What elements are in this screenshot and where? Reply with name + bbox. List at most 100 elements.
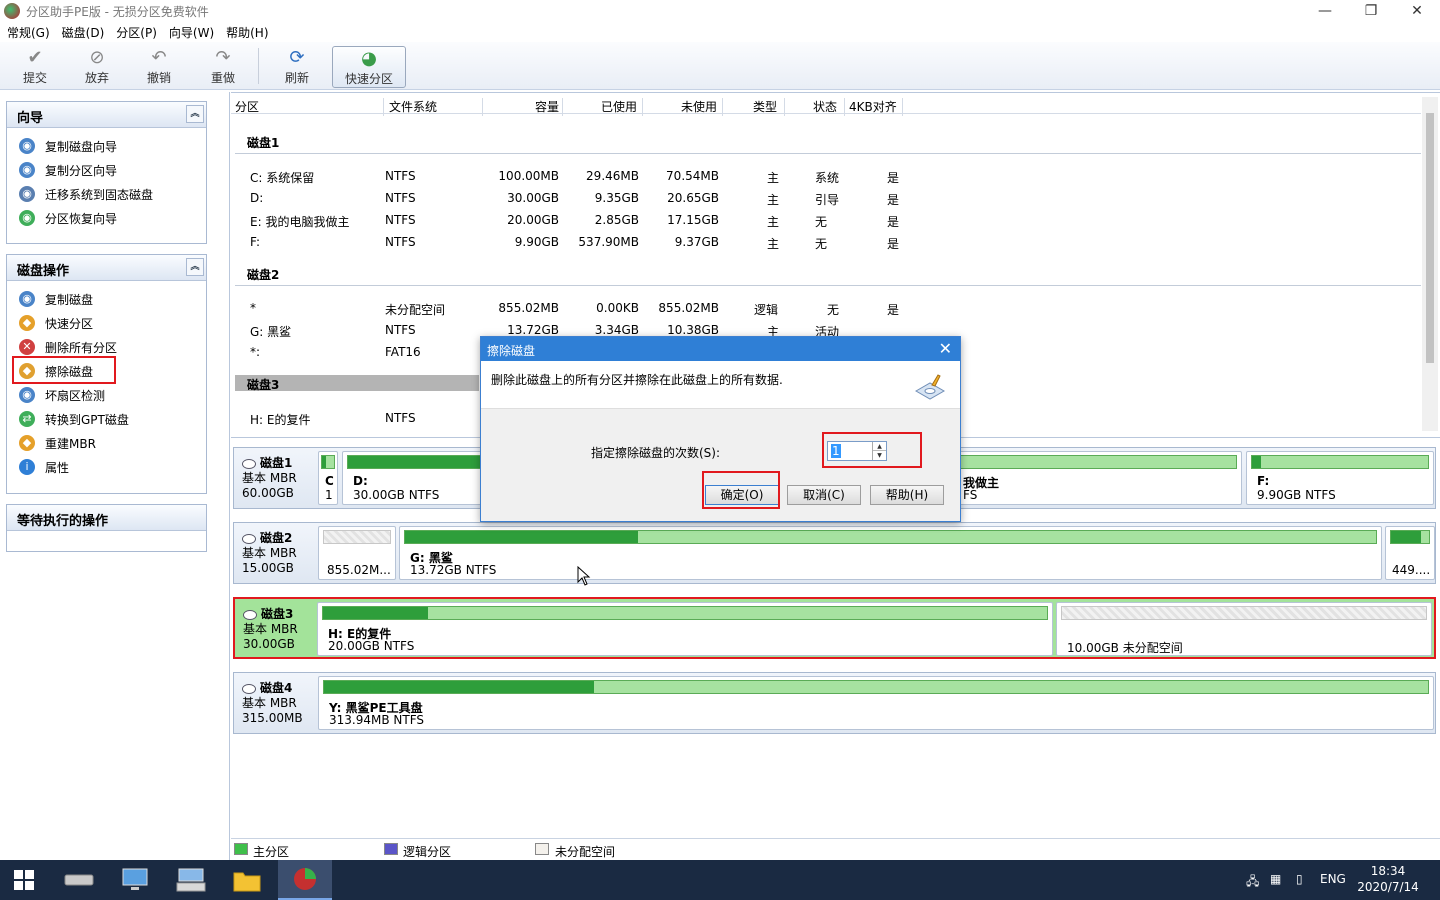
disk-map-2[interactable]: 磁盘2 基本 MBR 15.00GB 855.02M... G: 黑鲨 13.7… (233, 522, 1436, 584)
header-used[interactable]: 已使用 (601, 98, 637, 115)
selected-disk-row[interactable]: 磁盘3 (235, 375, 479, 392)
language-indicator[interactable]: ENG (1320, 872, 1346, 886)
menu-partition[interactable]: 分区(P) (109, 24, 162, 41)
op-quick-partition[interactable]: ◆ 快速分区 (7, 311, 206, 335)
computer-icon (122, 868, 148, 890)
op-bad-sector-check[interactable]: ◉ 坏扇区检测 (7, 383, 206, 407)
taskbar-keyboard-app[interactable] (164, 860, 218, 900)
quick-partition-icon: ◆ (19, 315, 35, 331)
header-type[interactable]: 类型 (753, 98, 777, 115)
header-partition[interactable]: 分区 (235, 98, 259, 115)
disk-icon (242, 533, 256, 544)
dialog-close-icon[interactable]: ✕ (939, 339, 952, 358)
quick-partition-button[interactable]: ◕ 快速分区 (332, 46, 406, 88)
toolbar: ✔ 提交 ⊘ 放弃 ↶ 撤销 ↷ 重做 ⟳ 刷新 ◕ 快速分区 (0, 42, 1440, 90)
copy-disk-icon: ◉ (19, 138, 35, 154)
color-app-icon[interactable]: ▦ (1270, 872, 1281, 886)
undo-button[interactable]: ↶ 撤销 (132, 46, 186, 88)
windows-icon (14, 870, 34, 890)
refresh-icon: ⟳ (289, 47, 305, 68)
minimize-button[interactable]: — (1302, 0, 1348, 22)
header-filesystem[interactable]: 文件系统 (389, 98, 437, 115)
mouse-cursor-icon (577, 566, 591, 586)
table-row[interactable]: E: 我的电脑我做主 NTFS 20.00GB 2.85GB 17.15GB 主… (231, 209, 1421, 231)
disk-icon (243, 609, 257, 620)
wipe-disk-dialog: 擦除磁盘 ✕ 删除此磁盘上的所有分区并擦除在此磁盘上的所有数据. 指定擦除磁盘的… (480, 336, 961, 522)
dialog-title-bar: 擦除磁盘 ✕ (481, 337, 960, 361)
wizard-copy-disk[interactable]: ◉ 复制磁盘向导 (7, 134, 206, 158)
partition-block[interactable]: H: E的复件 20.00GB NTFS (317, 602, 1053, 656)
partition-assistant-icon (294, 868, 316, 890)
keyboard-icon (176, 868, 206, 892)
disk-icon (242, 458, 256, 469)
network-icon[interactable]: 🖧 (1246, 872, 1259, 893)
primary-swatch (234, 843, 248, 855)
dialog-title: 擦除磁盘 (487, 344, 536, 358)
help-button[interactable]: 帮助(H) (870, 485, 944, 505)
op-convert-gpt[interactable]: ⇄ 转换到GPT磁盘 (7, 407, 206, 431)
wizard-panel-header: 向导 ︽ (7, 102, 206, 128)
scrollbar-thumb[interactable] (1426, 113, 1434, 363)
grid-disk3-label: 磁盘3 (247, 378, 280, 392)
op-rebuild-mbr[interactable]: ◆ 重建MBR (7, 431, 206, 455)
header-capacity[interactable]: 容量 (535, 98, 559, 115)
wizard-migrate-os[interactable]: ◉ 迁移系统到固态磁盘 (7, 182, 206, 206)
partition-block[interactable]: 449.... (1385, 526, 1435, 580)
wipe-count-label: 指定擦除磁盘的次数(S): (591, 446, 721, 460)
collapse-icon[interactable]: ︽ (186, 258, 204, 276)
restore-button[interactable]: ❐ (1348, 0, 1394, 22)
partition-block[interactable]: F: 9.90GB NTFS (1246, 451, 1434, 505)
partition-block[interactable]: 855.02M... (318, 526, 396, 580)
taskbar-drive-tool[interactable] (52, 860, 106, 900)
disk-map-4[interactable]: 磁盘4 基本 MBR 315.00MB Y: 黑鲨PE工具盘 313.94MB … (233, 672, 1436, 734)
bad-sector-icon: ◉ (19, 387, 35, 403)
table-row[interactable]: F: NTFS 9.90GB 537.90MB 9.37GB 主 无 是 (231, 231, 1421, 253)
grid-disk1-label: 磁盘1 (247, 136, 280, 150)
discard-button[interactable]: ⊘ 放弃 (70, 46, 124, 88)
partition-block[interactable]: C 1 (318, 451, 338, 505)
menu-general[interactable]: 常规(G) (0, 24, 55, 41)
vertical-scrollbar[interactable] (1422, 97, 1438, 431)
legend-logical: 逻辑分区 (403, 845, 452, 859)
partition-block[interactable]: Y: 黑鲨PE工具盘 313.94MB NTFS (318, 676, 1434, 730)
header-unused[interactable]: 未使用 (681, 98, 717, 115)
partition-block[interactable]: 10.00GB 未分配空间 (1056, 602, 1432, 656)
op-copy-disk[interactable]: ◉ 复制磁盘 (7, 287, 206, 311)
commit-button[interactable]: ✔ 提交 (8, 46, 62, 88)
legend-primary: 主分区 (253, 845, 290, 859)
legend: 主分区 逻辑分区 未分配空间 (231, 838, 1440, 860)
close-button[interactable]: ✕ (1394, 0, 1440, 22)
collapse-icon[interactable]: ︽ (186, 105, 204, 123)
refresh-button[interactable]: ⟳ 刷新 (270, 46, 324, 88)
taskbar-file-explorer[interactable] (220, 860, 274, 900)
window-title: 分区助手PE版 - 无损分区免费软件 (26, 4, 209, 19)
usb-icon[interactable]: ▯ (1296, 872, 1303, 886)
table-row[interactable]: C: 系统保留 NTFS 100.00MB 29.46MB 70.54MB 主 … (231, 165, 1421, 187)
wizard-partition-recovery[interactable]: ◉ 分区恢复向导 (7, 206, 206, 230)
cancel-button[interactable]: 取消(C) (787, 485, 861, 505)
header-4k-align[interactable]: 4KB对齐 (849, 98, 897, 115)
migrate-icon: ◉ (19, 186, 35, 202)
redo-button[interactable]: ↷ 重做 (196, 46, 250, 88)
rebuild-icon: ◆ (19, 435, 35, 451)
menu-help[interactable]: 帮助(H) (219, 24, 273, 41)
menu-disk[interactable]: 磁盘(D) (55, 24, 110, 41)
header-status[interactable]: 状态 (813, 98, 837, 115)
partition-block[interactable]: G: 黑鲨 13.72GB NTFS (399, 526, 1382, 580)
hard-drive-icon (64, 874, 94, 886)
menu-bar: 常规(G) 磁盘(D) 分区(P) 向导(W) 帮助(H) (0, 22, 1440, 42)
start-button[interactable] (0, 860, 48, 900)
taskbar-partition-assistant[interactable] (278, 860, 332, 900)
taskbar-computer[interactable] (108, 860, 162, 900)
title-bar: 分区助手PE版 - 无损分区免费软件 — ❐ ✕ (0, 0, 1440, 22)
menu-wizard[interactable]: 向导(W) (162, 24, 219, 41)
folder-icon (233, 872, 261, 892)
pending-operations-panel: 等待执行的操作 (6, 504, 207, 552)
quick-partition-icon: ◕ (361, 48, 377, 69)
table-row[interactable]: * 未分配空间 855.02MB 0.00KB 855.02MB 逻辑 无 是 (231, 297, 1421, 319)
clock[interactable]: 18:34 2020/7/14 (1356, 863, 1420, 895)
wizard-copy-partition[interactable]: ◉ 复制分区向导 (7, 158, 206, 182)
op-properties[interactable]: i 属性 (7, 455, 206, 479)
table-row[interactable]: D: NTFS 30.00GB 9.35GB 20.65GB 主 引导 是 (231, 187, 1421, 209)
disk-map-3[interactable]: 磁盘3 基本 MBR 30.00GB H: E的复件 20.00GB NTFS … (233, 597, 1436, 659)
